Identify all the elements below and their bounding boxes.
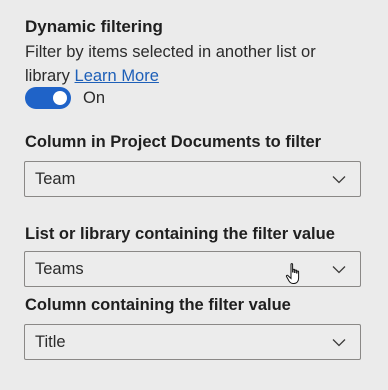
filter-value-column-value: Title xyxy=(35,332,66,351)
dynamic-filtering-toggle-row: On xyxy=(25,87,105,109)
description-text: Filter by items selected in another list… xyxy=(25,43,316,85)
column-to-filter-value: Team xyxy=(35,169,76,188)
chevron-down-icon xyxy=(332,265,346,274)
hand-pointer-icon xyxy=(285,262,305,291)
column-to-filter-dropdown[interactable]: Team xyxy=(24,161,361,197)
filter-settings-panel: Dynamic filtering Filter by items select… xyxy=(0,0,388,390)
toggle-state-label: On xyxy=(83,88,106,107)
chevron-down-icon xyxy=(332,338,346,347)
toggle-knob xyxy=(53,91,67,105)
source-list-label: List or library containing the filter va… xyxy=(25,225,335,243)
dynamic-filtering-description: Filter by items selected in another list… xyxy=(25,40,355,88)
dynamic-filtering-toggle[interactable] xyxy=(25,87,71,109)
dynamic-filtering-title: Dynamic filtering xyxy=(25,17,163,36)
filter-value-column-dropdown[interactable]: Title xyxy=(24,324,361,360)
filter-value-column-label: Column containing the filter value xyxy=(25,296,291,314)
source-list-dropdown[interactable]: Teams xyxy=(24,251,361,287)
chevron-down-icon xyxy=(332,175,346,184)
learn-more-link[interactable]: Learn More xyxy=(75,67,159,85)
source-list-value: Teams xyxy=(35,259,84,278)
column-to-filter-label: Column in Project Documents to filter xyxy=(25,133,322,151)
